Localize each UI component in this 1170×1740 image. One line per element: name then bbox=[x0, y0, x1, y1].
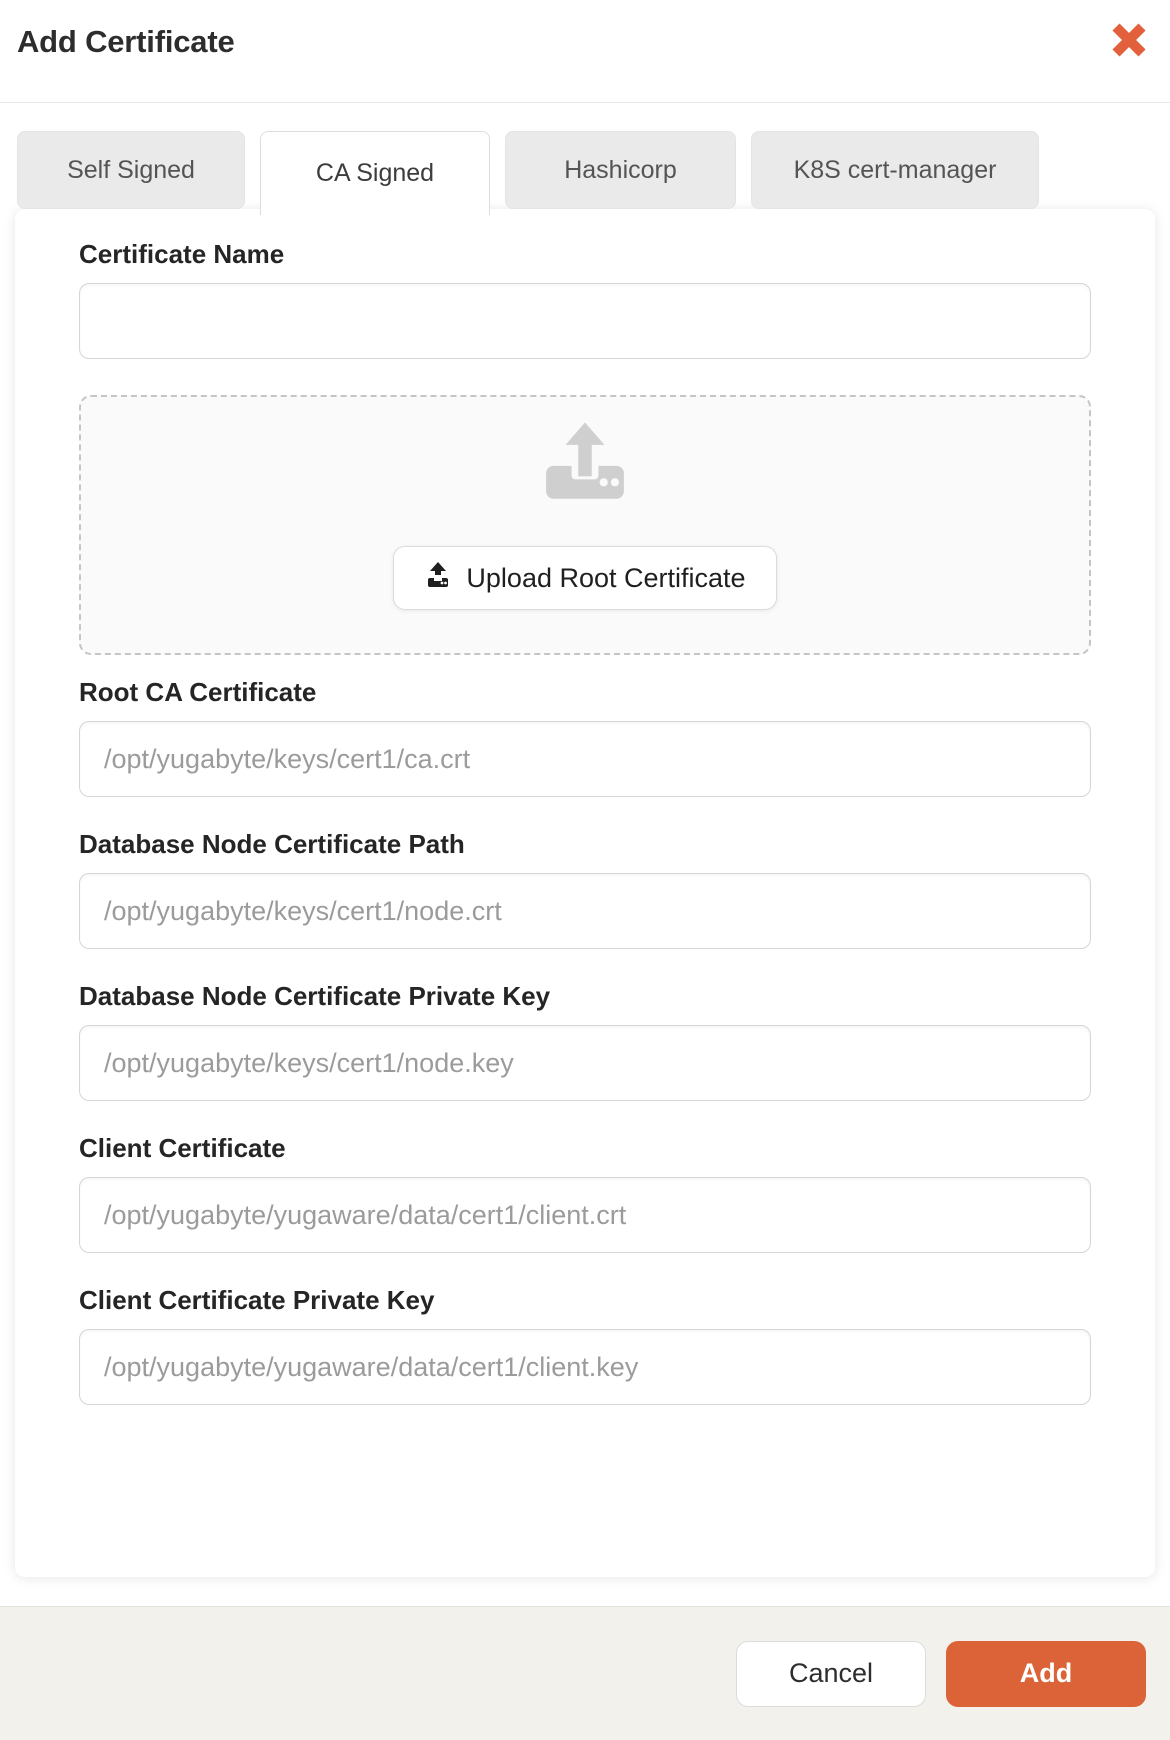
tab-k8s-cert-manager[interactable]: K8S cert-manager bbox=[751, 131, 1039, 209]
close-icon bbox=[1111, 22, 1147, 61]
root-ca-certificate-input[interactable] bbox=[79, 721, 1091, 797]
upload-button-label: Upload Root Certificate bbox=[466, 562, 746, 593]
root-certificate-dropzone[interactable]: Upload Root Certificate bbox=[79, 395, 1091, 655]
upload-root-certificate-button[interactable]: Upload Root Certificate bbox=[393, 546, 777, 610]
add-button[interactable]: Add bbox=[946, 1640, 1146, 1707]
upload-icon bbox=[424, 561, 452, 596]
tab-self-signed[interactable]: Self Signed bbox=[17, 131, 245, 209]
certificate-name-label: Certificate Name bbox=[79, 239, 285, 269]
tab-ca-signed[interactable]: CA Signed bbox=[260, 131, 490, 215]
database-node-certificate-path-label: Database Node Certificate Path bbox=[79, 829, 465, 859]
client-certificate-private-key-label: Client Certificate Private Key bbox=[79, 1285, 435, 1315]
page-title: Add Certificate bbox=[17, 24, 235, 59]
cancel-button[interactable]: Cancel bbox=[736, 1640, 926, 1707]
tab-content-panel: Certificate Name Upload Root Certificate… bbox=[15, 209, 1155, 1577]
database-node-certificate-path-input[interactable] bbox=[79, 873, 1091, 949]
client-certificate-label: Client Certificate bbox=[79, 1133, 286, 1163]
tab-bar: Self Signed CA Signed Hashicorp K8S cert… bbox=[0, 131, 1170, 215]
client-certificate-input[interactable] bbox=[79, 1177, 1091, 1253]
close-button[interactable] bbox=[1110, 22, 1148, 60]
tab-hashicorp[interactable]: Hashicorp bbox=[505, 131, 736, 209]
database-node-certificate-private-key-label: Database Node Certificate Private Key bbox=[79, 981, 551, 1011]
root-ca-certificate-label: Root CA Certificate bbox=[79, 677, 317, 707]
modal-footer: Cancel Add bbox=[0, 1606, 1170, 1740]
modal-header: Add Certificate bbox=[0, 0, 1170, 103]
certificate-name-input[interactable] bbox=[79, 283, 1091, 359]
database-node-certificate-private-key-input[interactable] bbox=[79, 1025, 1091, 1101]
client-certificate-private-key-input[interactable] bbox=[79, 1329, 1091, 1405]
upload-tray-icon bbox=[540, 421, 630, 506]
